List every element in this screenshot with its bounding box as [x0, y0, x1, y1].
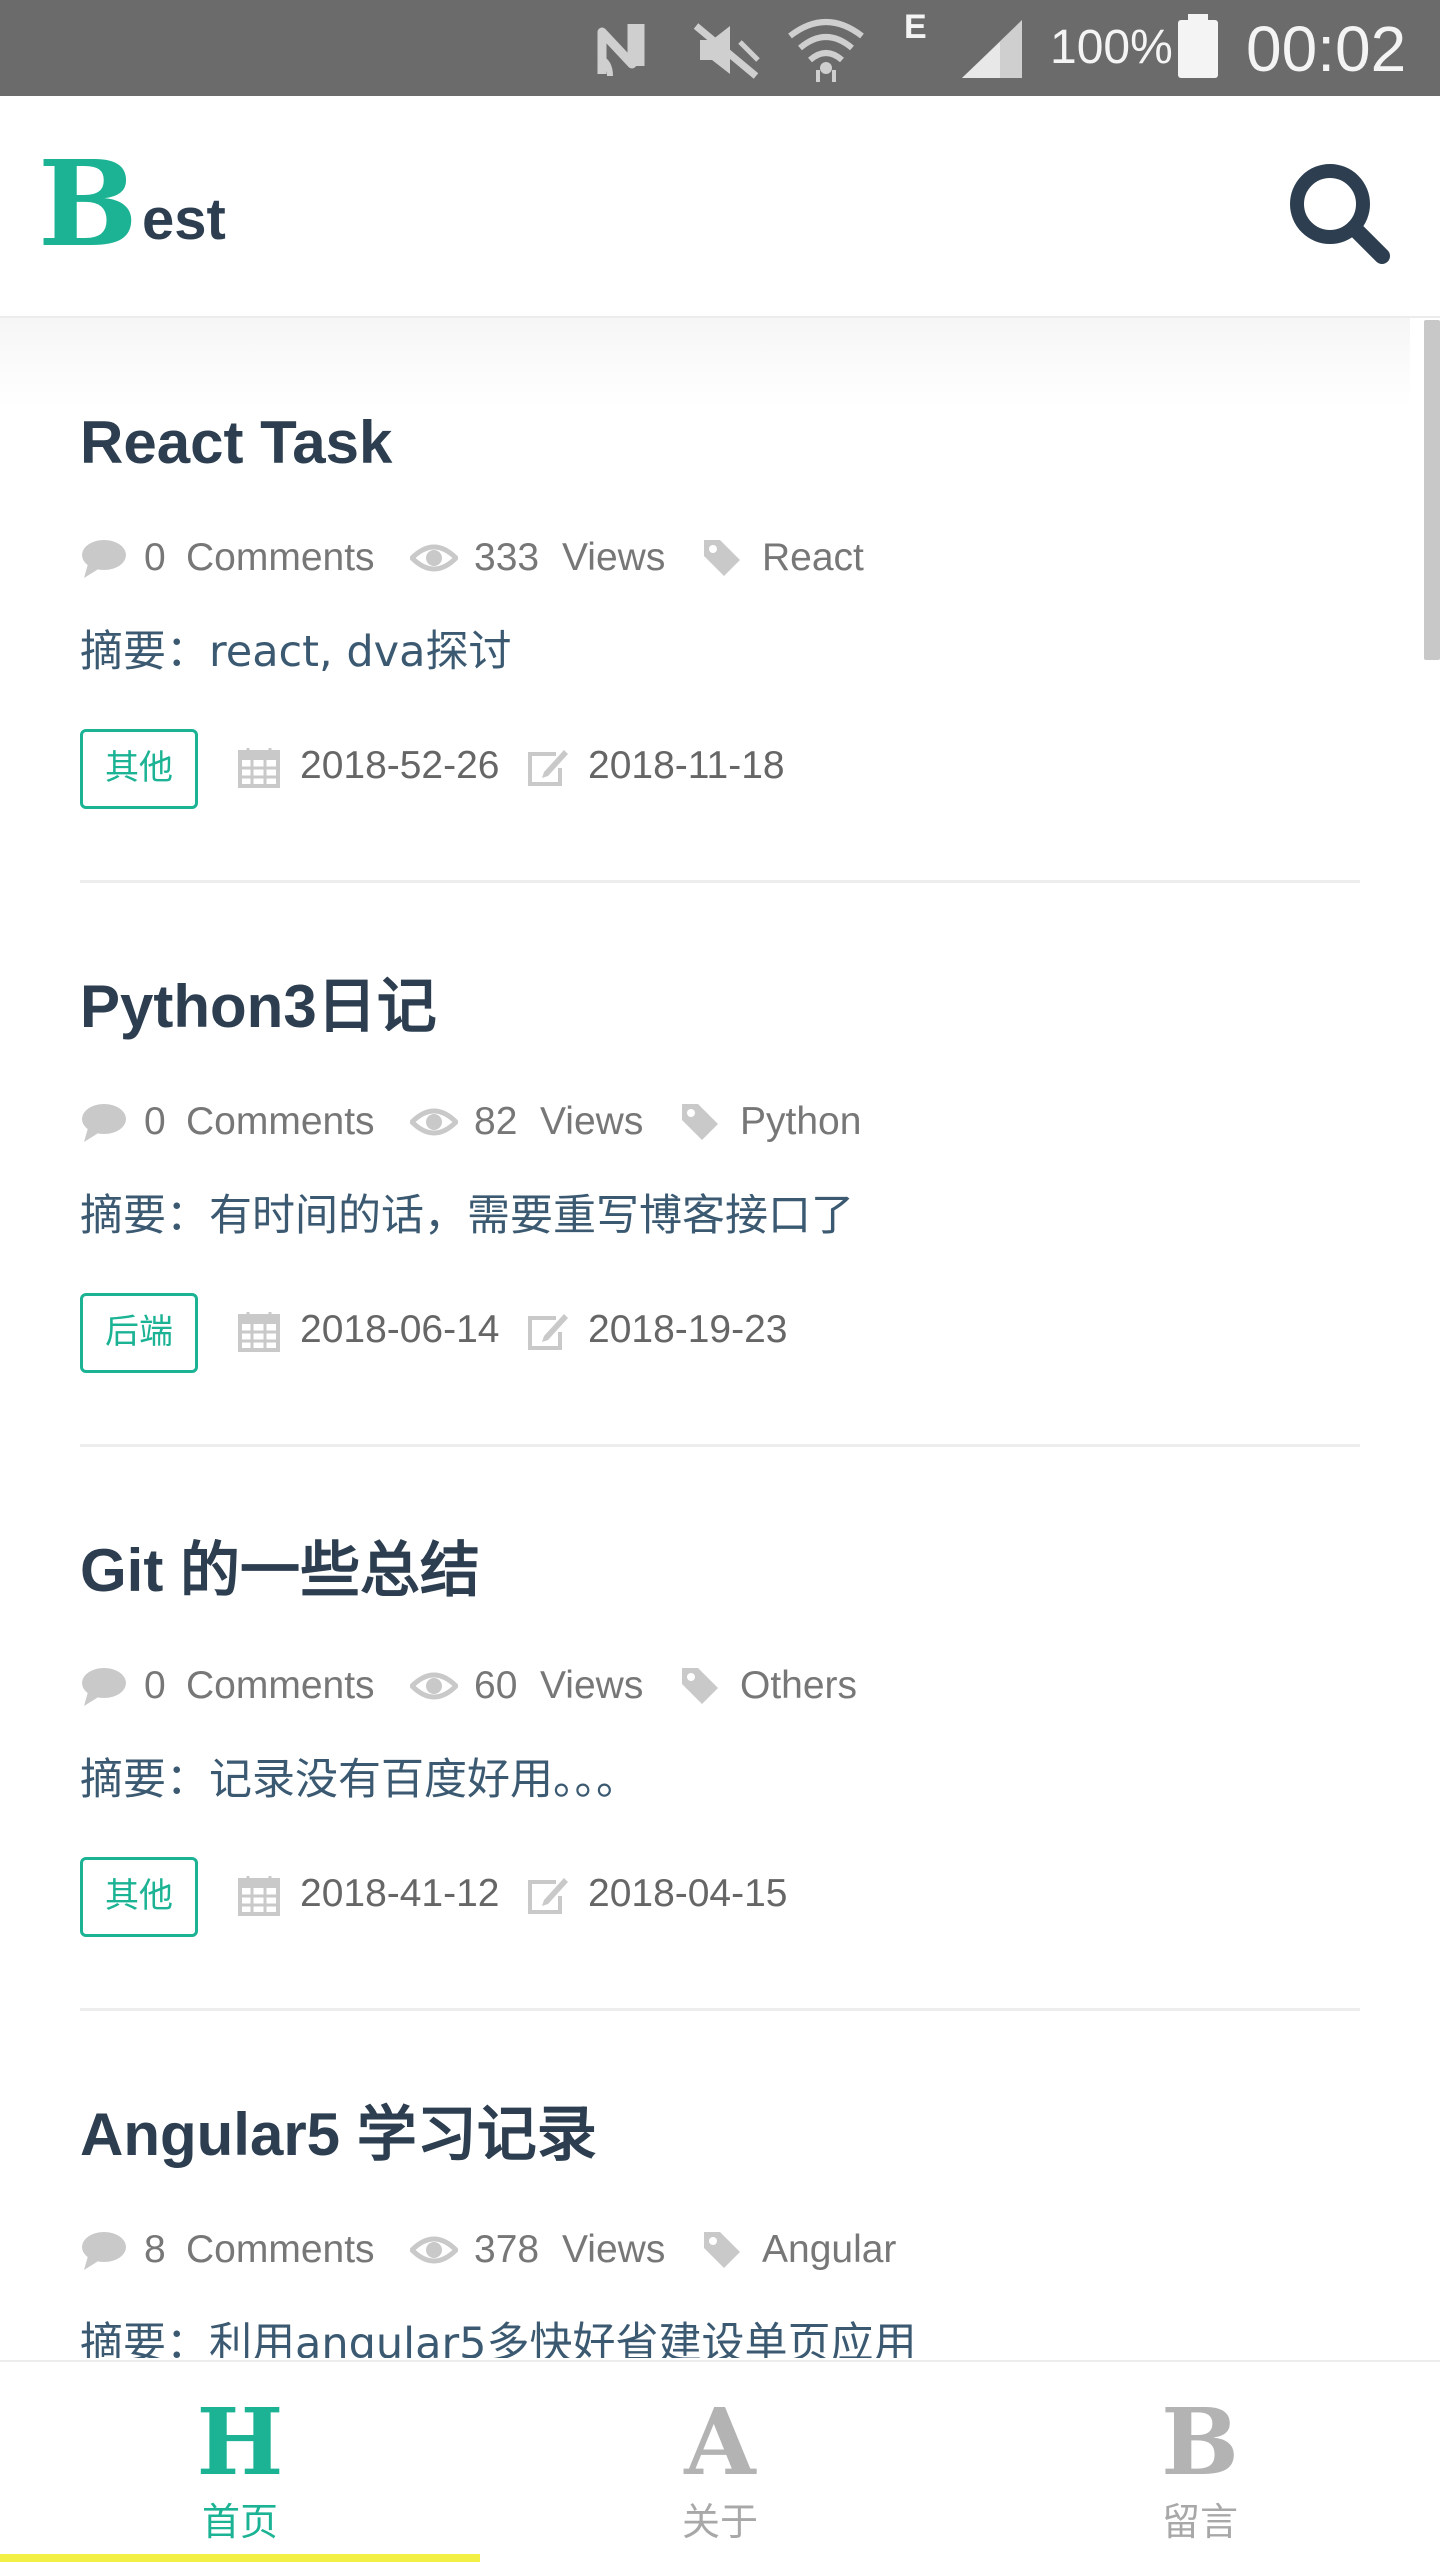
edit-icon — [528, 1878, 568, 1914]
search-icon[interactable] — [1284, 158, 1392, 266]
active-tab-indicator — [0, 2554, 480, 2562]
tag-link[interactable]: Others — [680, 1656, 980, 1716]
tag-icon — [682, 1104, 718, 1140]
edit-icon — [528, 750, 568, 786]
tag-link[interactable]: Angular — [702, 2220, 1002, 2280]
post-divider — [80, 2008, 1360, 2011]
logo-initial[interactable]: B — [38, 144, 138, 264]
post-card[interactable]: Python3日记 0 Comments 82 Views Python 摘要：… — [80, 972, 1360, 1472]
post-summary: 摘要：记录没有百度好用。。。 — [80, 1755, 639, 1805]
created-date: 2018-41-12 — [238, 1864, 500, 1924]
comments-count: 8 Comments — [80, 2220, 380, 2280]
battery-icon — [1178, 14, 1218, 78]
comment-icon — [82, 1104, 126, 1142]
created-date: 2018-52-26 — [238, 736, 500, 796]
category-badge[interactable]: 其他 — [80, 729, 198, 809]
comments-count: 0 Comments — [80, 528, 380, 588]
tag-link[interactable]: React — [702, 528, 1002, 588]
guestbook-icon: B — [1161, 2388, 1239, 2496]
created-date: 2018-06-14 — [238, 1300, 500, 1360]
nav-tab-home[interactable]: H 首页 — [0, 2362, 480, 2562]
post-card[interactable]: React Task 0 Comments 333 Views React 摘要… — [80, 408, 1360, 908]
updated-date: 2018-19-23 — [526, 1300, 806, 1360]
comments-count: 0 Comments — [80, 1092, 380, 1152]
post-card[interactable]: Git 的一些总结 0 Comments 60 Views Others 摘要：… — [80, 1536, 1360, 2036]
post-summary: 摘要：利用angular5多快好省建设单页应用 — [80, 2319, 917, 2358]
views-count: 60 Views — [410, 1656, 670, 1716]
nav-label-guestbook: 留言 — [1161, 2500, 1238, 2544]
calendar-icon — [238, 1312, 280, 1352]
wifi-icon — [788, 19, 864, 82]
eye-icon — [410, 1672, 458, 1700]
nav-tab-guestbook[interactable]: B 留言 — [960, 2362, 1440, 2562]
updated-date: 2018-04-15 — [526, 1864, 806, 1924]
home-icon: H — [196, 2388, 284, 2496]
views-count: 333 Views — [410, 528, 690, 588]
post-title[interactable]: Angular5 学习记录 — [80, 2100, 597, 2170]
nav-label-home: 首页 — [201, 2500, 278, 2544]
eye-icon — [410, 544, 458, 572]
post-divider — [80, 1444, 1360, 1447]
post-summary: 摘要：有时间的话，需要重写博客接口了 — [80, 1191, 854, 1241]
comment-icon — [82, 540, 126, 578]
post-title[interactable]: Python3日记 — [80, 972, 437, 1042]
app-header: B est — [0, 96, 1440, 318]
tag-link[interactable]: Python — [680, 1092, 980, 1152]
updated-date: 2018-11-18 — [526, 736, 806, 796]
status-bar: E 100% 00:02 — [0, 0, 1440, 96]
eye-icon — [410, 2236, 458, 2264]
nfc-icon — [597, 24, 645, 77]
network-type-label: E — [904, 8, 927, 46]
nav-tab-about[interactable]: A 关于 — [480, 2362, 960, 2562]
bottom-navigation: H 首页 A 关于 B 留言 — [0, 2360, 1440, 2562]
tag-icon — [682, 1668, 718, 1704]
post-title[interactable]: React Task — [80, 408, 392, 478]
eye-icon — [410, 1108, 458, 1136]
post-title[interactable]: Git 的一些总结 — [80, 1536, 480, 1606]
comment-icon — [82, 1668, 126, 1706]
list-top-shadow — [0, 318, 1410, 408]
views-count: 378 Views — [410, 2220, 690, 2280]
signal-icon — [962, 20, 1022, 78]
battery-percent: 100% — [1050, 21, 1173, 74]
post-divider — [80, 880, 1360, 883]
tag-icon — [704, 2232, 740, 2268]
logo-text[interactable]: est — [142, 188, 226, 252]
nav-label-about: 关于 — [681, 2500, 758, 2544]
calendar-icon — [238, 1876, 280, 1916]
views-count: 82 Views — [410, 1092, 670, 1152]
mute-icon — [693, 23, 760, 79]
comment-icon — [82, 2232, 126, 2270]
comments-count: 0 Comments — [80, 1656, 380, 1716]
category-badge[interactable]: 其他 — [80, 1857, 198, 1937]
calendar-icon — [238, 748, 280, 788]
scrollbar[interactable] — [1424, 320, 1440, 660]
category-badge[interactable]: 后端 — [80, 1293, 198, 1373]
edit-icon — [528, 1314, 568, 1350]
about-icon: A — [684, 2388, 756, 2496]
post-card[interactable]: Angular5 学习记录 8 Comments 378 Views Angul… — [80, 2100, 1360, 2358]
tag-icon — [704, 540, 740, 576]
clock: 00:02 — [1246, 13, 1407, 85]
post-summary: 摘要：react, dva探讨 — [80, 627, 512, 677]
